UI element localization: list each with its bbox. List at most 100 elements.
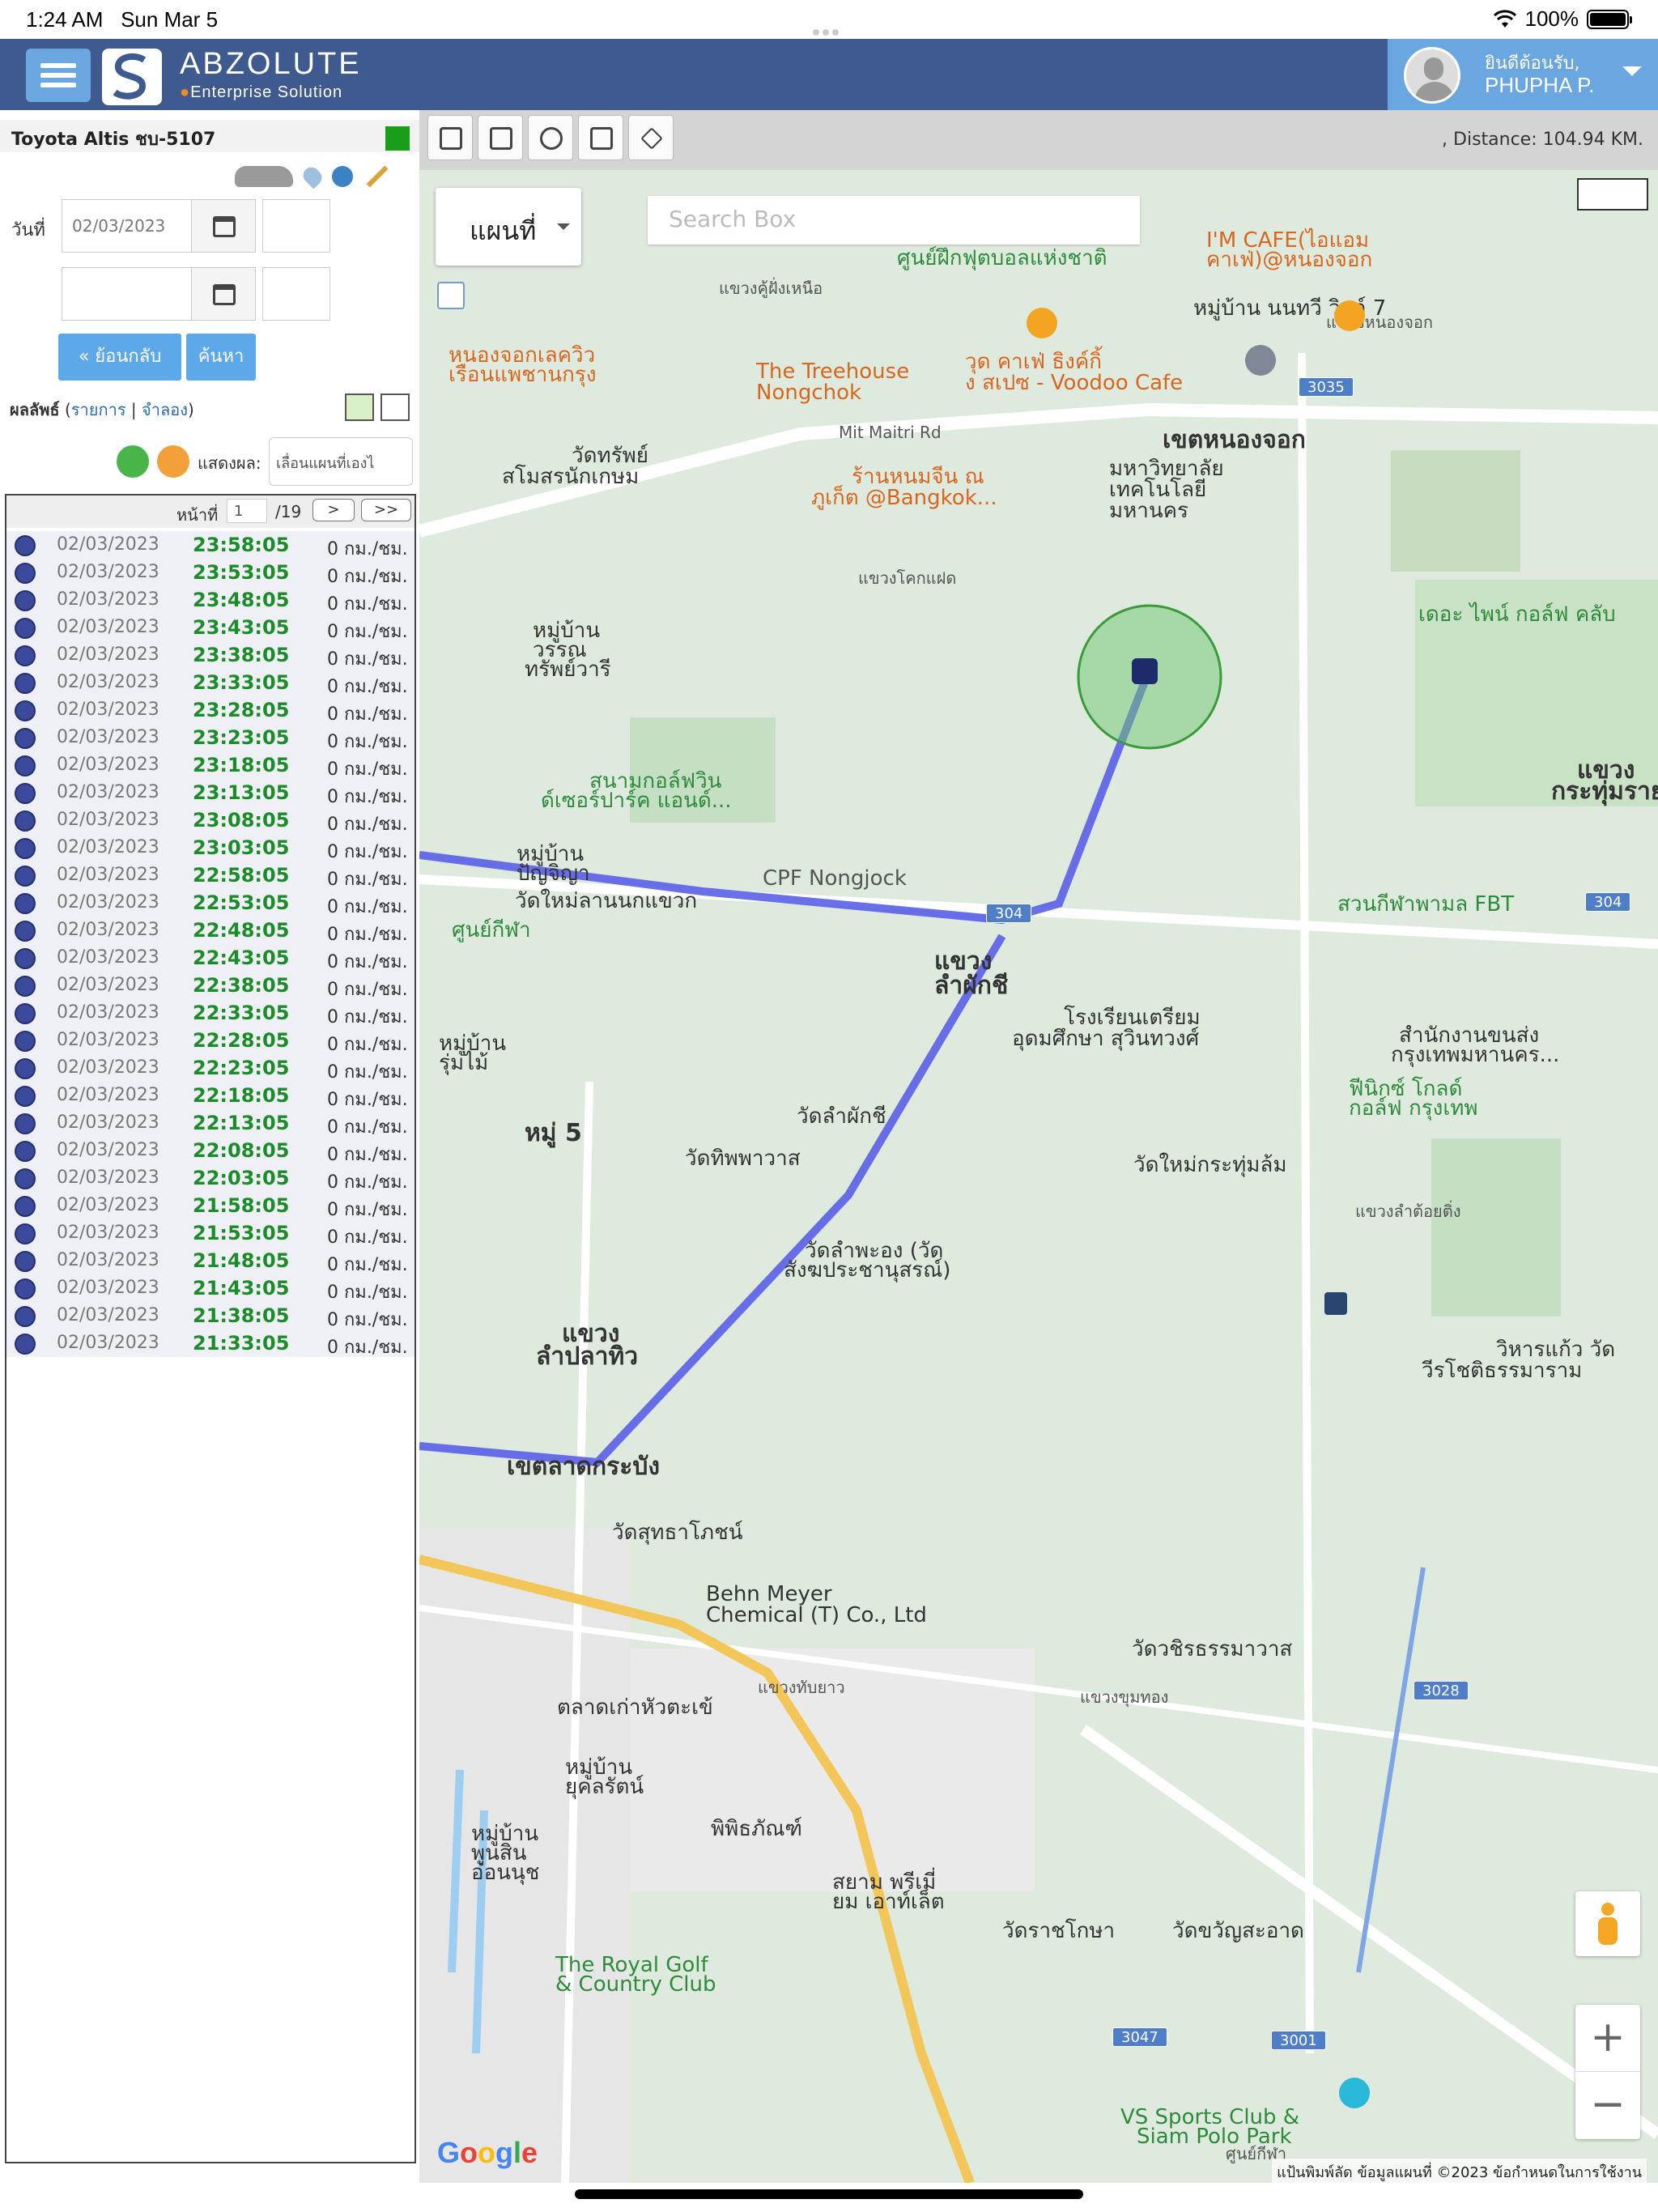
map-place-label[interactable]: อ่อนนุช — [471, 1861, 539, 1884]
map-place-label[interactable]: Chemical (T) Co., Ltd — [706, 1604, 927, 1627]
pin-icon[interactable] — [300, 164, 325, 189]
place-pin-icon[interactable] — [1245, 345, 1276, 376]
map-place-label[interactable]: อุดมศึกษา สุวินทวงศ์ — [1012, 1027, 1199, 1050]
home-marker-icon[interactable] — [1132, 658, 1158, 684]
zoom-in-button[interactable]: + — [1575, 2005, 1640, 2071]
results-simulate-link[interactable]: จำลอง — [142, 400, 188, 419]
map-place-label[interactable]: ลำปลาทิว — [536, 1344, 638, 1370]
table-row[interactable]: 02/03/2023 21:38:05 0 กม./ชม. — [6, 1302, 414, 1330]
calendar-to-button[interactable] — [191, 267, 256, 321]
table-row[interactable]: 02/03/2023 22:38:05 0 กม./ชม. — [6, 972, 414, 1000]
map-view[interactable]: , Distance: 104.94 KM. แผนที่ Search Box… — [419, 110, 1658, 2183]
date-from-input[interactable]: 02/03/2023 — [62, 199, 193, 253]
display-mode-select[interactable]: เลื่อนแผนที่เองไ — [269, 437, 413, 486]
table-row[interactable]: 02/03/2023 22:43:05 0 กม./ชม. — [6, 944, 414, 972]
page-input[interactable]: 1 — [227, 499, 267, 523]
table-row[interactable]: 02/03/2023 21:43:05 0 กม./ชม. — [6, 1274, 414, 1303]
time-to-input[interactable] — [262, 267, 330, 321]
reload-button[interactable] — [528, 115, 573, 160]
map-place-label[interactable]: & Country Club — [555, 1973, 716, 1996]
restaurant-icon[interactable] — [1027, 308, 1057, 338]
measure-tool-button[interactable] — [1577, 178, 1648, 211]
zoom-out-button[interactable]: − — [1575, 2071, 1640, 2138]
zoom-box-icon[interactable] — [437, 282, 465, 309]
car-icon[interactable] — [235, 166, 293, 187]
map-place-label[interactable]: ศูนย์กีฬา — [452, 919, 531, 942]
street-view-pegman[interactable] — [1575, 1891, 1640, 1956]
fullscreen-icon[interactable] — [380, 393, 410, 421]
map-place-label[interactable]: Nongchok — [756, 381, 861, 404]
last-page-button[interactable]: >> — [361, 499, 411, 521]
map-place-label[interactable]: สังฆประชานุสรณ์) — [784, 1259, 950, 1282]
multitask-dots[interactable] — [813, 16, 845, 36]
map-place-label[interactable]: รุ่มไม้ — [439, 1052, 488, 1074]
map-place-label[interactable]: วัดลำผักชี — [797, 1105, 886, 1128]
next-page-button[interactable]: > — [312, 499, 355, 521]
hamburger-menu-button[interactable] — [26, 49, 91, 102]
map-place-label[interactable]: คาเฟ่)@หนองจอก — [1206, 249, 1372, 271]
map-place-label[interactable]: CPF Nongjock — [763, 867, 907, 890]
mute-icon[interactable] — [157, 445, 189, 478]
map-place-label[interactable]: สโมสรนักเกษม — [502, 466, 639, 488]
table-row[interactable]: 02/03/2023 23:48:05 0 กม./ชม. — [6, 586, 414, 615]
calendar-from-button[interactable] — [191, 199, 256, 253]
search-button[interactable]: ค้นหา — [186, 334, 256, 381]
map-place-label[interactable]: เขตลาดกระบัง — [507, 1454, 660, 1480]
home-marker-icon[interactable] — [1324, 1292, 1347, 1315]
map-place-label[interactable]: มหานคร — [1109, 500, 1188, 522]
table-row[interactable]: 02/03/2023 23:43:05 0 กม./ชม. — [6, 614, 414, 642]
map-place-label[interactable]: ยุคลรัตน์ — [565, 1776, 644, 1798]
table-row[interactable]: 02/03/2023 23:03:05 0 กม./ชม. — [6, 834, 414, 862]
map-place-label[interactable]: วัดสุทธาโภชน์ — [612, 1521, 742, 1544]
map-search-input[interactable]: Search Box — [648, 196, 1140, 245]
table-row[interactable]: 02/03/2023 22:48:05 0 กม./ชม. — [6, 917, 414, 945]
table-row[interactable]: 02/03/2023 23:18:05 0 กม./ชม. — [6, 751, 414, 780]
map-place-label[interactable]: วัดใหม่กระทุ่มล้ม — [1133, 1154, 1286, 1176]
map-place-label[interactable]: ง สเปซ - Voodoo Cafe — [965, 372, 1183, 394]
map-place-label[interactable]: ภูเก็ต @Bangkok... — [811, 487, 997, 509]
map-place-label[interactable]: พิพิธภัณฑ์ — [711, 1818, 802, 1840]
map-place-label[interactable]: ปัญจิญา — [517, 862, 590, 885]
map-place-label[interactable]: วัดราชโกษา — [1002, 1920, 1115, 1942]
map-place-label[interactable]: ด์เซอร์ปาร์ค แอนด์... — [541, 789, 732, 812]
map-attribution[interactable]: แป้นพิมพ์ลัด ข้อมูลแผนที่ ©2023 ข้อกำหนด… — [1272, 2159, 1647, 2183]
table-row[interactable]: 02/03/2023 23:33:05 0 กม./ชม. — [6, 669, 414, 697]
back-button[interactable]: « ย้อนกลับ — [58, 334, 181, 381]
table-row[interactable]: 02/03/2023 23:53:05 0 กม./ชม. — [6, 559, 414, 587]
map-place-label[interactable]: เรือนแพชานกรุง — [449, 364, 597, 386]
table-row[interactable]: 02/03/2023 23:23:05 0 กม./ชม. — [6, 724, 414, 752]
map-place-label[interactable]: แขวงลำต้อยติ่ง — [1355, 1203, 1461, 1220]
table-row[interactable]: 02/03/2023 22:58:05 0 กม./ชม. — [6, 861, 414, 890]
caret-down-icon[interactable] — [1622, 66, 1642, 76]
map-place-label[interactable]: แขวงคู้ฝั่งเหนือ — [719, 280, 823, 297]
home-indicator[interactable] — [575, 2189, 1083, 2199]
user-menu[interactable]: ยินดีต้อนรับ, PHUPHA P. — [1388, 39, 1658, 110]
map-place-label[interactable]: ตลาดเก่าหัวตะเข้ — [557, 1696, 713, 1719]
table-row[interactable]: 02/03/2023 22:33:05 0 กม./ชม. — [6, 999, 414, 1027]
map-place-label[interactable]: สวนกีฬาพามล FBT — [1337, 893, 1514, 916]
wand-icon[interactable] — [366, 165, 389, 188]
map-place-label[interactable]: กอล์ฟ กรุงเทพ — [1349, 1097, 1478, 1120]
map-place-label[interactable]: แขวงทับยาว — [758, 1679, 845, 1696]
sound-button[interactable] — [478, 115, 523, 160]
map-place-label[interactable]: ทรัพย์วารี — [525, 658, 611, 681]
date-to-input[interactable] — [62, 267, 193, 321]
map-place-label[interactable]: กระทุ่มราย — [1551, 779, 1658, 805]
globe-icon[interactable] — [332, 166, 353, 187]
print-button[interactable] — [427, 115, 473, 160]
pwp-marker-icon[interactable] — [1339, 2078, 1370, 2108]
table-row[interactable]: 02/03/2023 23:28:05 0 กม./ชม. — [6, 696, 414, 725]
fit-bounds-button[interactable] — [578, 115, 623, 160]
table-row[interactable]: 02/03/2023 22:23:05 0 กม./ชม. — [6, 1054, 414, 1083]
map-type-select[interactable]: แผนที่ — [436, 188, 581, 266]
table-row[interactable]: 02/03/2023 22:03:05 0 กม./ชม. — [6, 1164, 414, 1193]
table-row[interactable]: 02/03/2023 23:13:05 0 กม./ชม. — [6, 779, 414, 807]
map-place-label[interactable]: เขตหนองจอก — [1163, 428, 1306, 453]
map-place-label[interactable]: วัดทิพพาวาส — [685, 1147, 801, 1170]
map-place-label[interactable]: หมู่ 5 — [525, 1121, 582, 1146]
table-row[interactable]: 02/03/2023 22:18:05 0 กม./ชม. — [6, 1082, 414, 1110]
map-place-label[interactable]: ศูนย์ฝึกฟุตบอลแห่งชาติ — [897, 247, 1107, 270]
table-row[interactable]: 02/03/2023 21:33:05 0 กม./ชม. — [6, 1329, 414, 1358]
map-place-label[interactable]: เดอะ ไพน์ กอล์ฟ คลับ — [1418, 603, 1616, 626]
map-place-label[interactable]: วีรโชติธรรมาราม — [1422, 1359, 1582, 1382]
